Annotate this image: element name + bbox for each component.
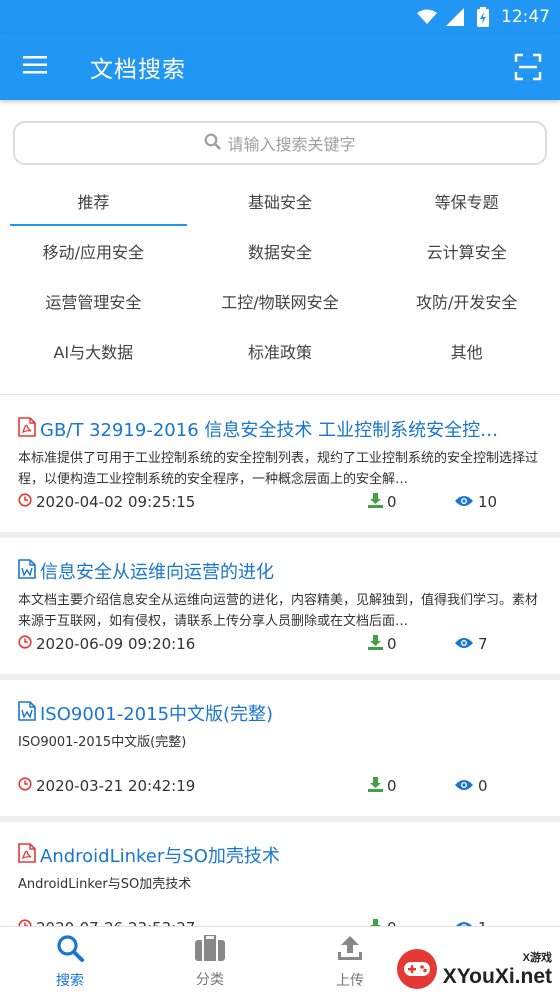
download-count-text: 0 xyxy=(387,777,397,795)
scan-button[interactable] xyxy=(514,53,542,81)
word-file-icon xyxy=(18,558,36,584)
document-time-text: 2020-06-09 09:20:16 xyxy=(36,635,196,653)
document-title[interactable]: ISO9001-2015中文版(完整) xyxy=(18,700,544,726)
clock-icon xyxy=(18,777,32,795)
document-title[interactable]: AndroidLinker与SO加壳技术 xyxy=(18,842,544,868)
document-item[interactable]: GB/T 32919-2016 信息安全技术 工业控制系统安全控… 本标准提供了… xyxy=(0,396,560,538)
download-count-text: 0 xyxy=(387,493,397,511)
eye-icon xyxy=(455,635,473,653)
document-item[interactable]: ISO9001-2015中文版(完整) ISO9001-2015中文版(完整) … xyxy=(0,680,560,822)
document-title-text: GB/T 32919-2016 信息安全技术 工业控制系统安全控… xyxy=(40,420,499,441)
download-count: 0 xyxy=(368,492,397,512)
nav-tab-category[interactable]: 分类 xyxy=(140,927,280,997)
document-desc: ISO9001-2015中文版(完整) xyxy=(18,735,187,750)
divider xyxy=(0,394,560,395)
view-count-text: 0 xyxy=(478,777,488,795)
document-list: GB/T 32919-2016 信息安全技术 工业控制系统安全控… 本标准提供了… xyxy=(0,396,560,964)
status-time: 12:47 xyxy=(501,7,550,27)
document-meta: 2020-06-09 09:20:16 0 7 xyxy=(18,634,544,654)
nav-tab-search[interactable]: 搜索 xyxy=(0,927,140,997)
document-desc: 本标准提供了可用于工业控制系统的安全控制列表，规约了工业控制系统的安全控制选择过… xyxy=(18,451,539,487)
pdf-file-icon xyxy=(18,416,36,442)
word-file-icon xyxy=(18,700,36,726)
document-title-text: ISO9001-2015中文版(完整) xyxy=(40,704,274,725)
menu-button[interactable] xyxy=(0,34,70,100)
download-icon xyxy=(368,492,383,512)
download-icon xyxy=(368,776,383,796)
document-item[interactable]: 信息安全从运维向运营的进化 本文档主要介绍信息安全从运维向运营的进化，内容精美，… xyxy=(0,538,560,680)
nav-tab-label: 搜索 xyxy=(56,973,84,989)
clock-icon xyxy=(18,635,32,653)
view-count: 7 xyxy=(455,635,488,653)
document-title[interactable]: 信息安全从运维向运营的进化 xyxy=(18,558,544,584)
download-count: 0 xyxy=(368,634,397,654)
category-tab[interactable]: 移动/应用安全 xyxy=(0,226,187,276)
eye-icon xyxy=(455,493,473,511)
category-grid: 推荐 基础安全 等保专题 移动/应用安全 数据安全 云计算安全 运营管理安全 工… xyxy=(0,176,560,376)
document-time: 2020-04-02 09:25:15 xyxy=(18,493,195,511)
document-title[interactable]: GB/T 32919-2016 信息安全技术 工业控制系统安全控… xyxy=(18,416,544,442)
download-count-text: 0 xyxy=(387,635,397,653)
battery-icon xyxy=(473,7,493,27)
category-tab[interactable]: 工控/物联网安全 xyxy=(187,276,374,326)
view-count: 0 xyxy=(455,777,488,795)
category-row: 运营管理安全 工控/物联网安全 攻防/开发安全 xyxy=(0,276,560,326)
category-tab[interactable]: 其他 xyxy=(373,326,560,376)
signal-icon xyxy=(445,7,465,27)
watermark-logo: X游戏 XYouXi.net xyxy=(390,940,560,997)
wifi-icon xyxy=(417,7,437,27)
hamburger-icon xyxy=(23,56,47,78)
search-placeholder: 请输入搜索关键字 xyxy=(227,135,356,154)
document-time-text: 2020-03-21 20:42:19 xyxy=(36,777,196,795)
download-icon xyxy=(368,634,383,654)
search-icon xyxy=(56,934,84,966)
pdf-file-icon xyxy=(18,842,36,868)
category-tab[interactable]: 等保专题 xyxy=(373,176,560,226)
nav-tab-label: 分类 xyxy=(196,972,224,988)
document-time-text: 2020-04-02 09:25:15 xyxy=(36,493,196,511)
category-tab[interactable]: 数据安全 xyxy=(187,226,374,276)
category-row: AI与大数据 标准政策 其他 xyxy=(0,326,560,376)
watermark-text: X游戏 XYouXi.net xyxy=(443,949,552,989)
briefcase-icon xyxy=(195,933,225,965)
category-tab[interactable]: 攻防/开发安全 xyxy=(373,276,560,326)
category-row: 移动/应用安全 数据安全 云计算安全 xyxy=(0,226,560,276)
category-tab[interactable]: AI与大数据 xyxy=(0,326,187,376)
category-tab[interactable]: 基础安全 xyxy=(187,176,374,226)
download-count: 0 xyxy=(368,776,397,796)
eye-icon xyxy=(455,777,473,795)
watermark-small: X游戏 xyxy=(522,951,552,964)
document-title-text: 信息安全从运维向运营的进化 xyxy=(40,562,274,583)
category-row: 推荐 基础安全 等保专题 xyxy=(0,176,560,226)
watermark-big: XYouXi.net xyxy=(442,964,552,988)
category-tab[interactable]: 运营管理安全 xyxy=(0,276,187,326)
upload-icon xyxy=(336,934,364,966)
view-count-text: 7 xyxy=(478,635,488,653)
view-count-text: 10 xyxy=(478,493,498,511)
search-icon xyxy=(204,133,222,154)
category-tab[interactable]: 云计算安全 xyxy=(373,226,560,276)
scan-icon xyxy=(514,53,542,85)
document-meta: 2020-03-21 20:42:19 0 0 xyxy=(18,776,544,796)
app-bar: 文档搜索 xyxy=(0,34,560,100)
document-time: 2020-03-21 20:42:19 xyxy=(18,777,195,795)
page-title: 文档搜索 xyxy=(90,57,186,83)
nav-tab-label: 上传 xyxy=(336,973,364,989)
document-desc: 本文档主要介绍信息安全从运维向运营的进化，内容精美，见解独到，值得我们学习。素材… xyxy=(18,593,539,629)
search-input[interactable]: 请输入搜索关键字 xyxy=(13,121,547,165)
document-desc: AndroidLinker与SO加壳技术 xyxy=(18,877,192,892)
status-bar: 12:47 xyxy=(0,0,560,34)
clock-icon xyxy=(18,493,32,511)
document-time: 2020-06-09 09:20:16 xyxy=(18,635,195,653)
view-count: 10 xyxy=(455,493,497,511)
gamepad-icon xyxy=(396,948,437,989)
document-title-text: AndroidLinker与SO加壳技术 xyxy=(40,846,280,867)
category-tab[interactable]: 推荐 xyxy=(0,176,187,226)
document-meta: 2020-04-02 09:25:15 0 10 xyxy=(18,492,544,512)
category-tab[interactable]: 标准政策 xyxy=(187,326,374,376)
